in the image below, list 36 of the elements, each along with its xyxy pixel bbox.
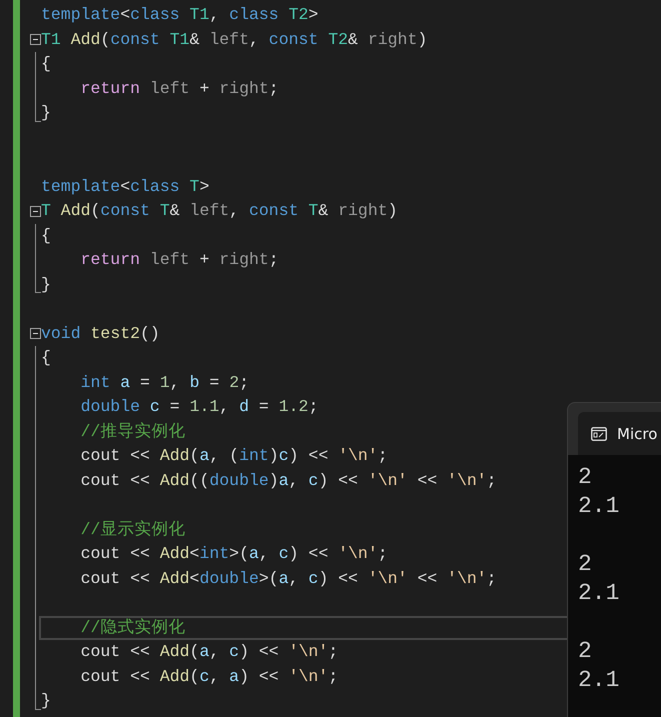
code-line: T Add(const T& left, const T& right) (41, 200, 398, 222)
code-line: cout << Add(c, a) << '\n'; (80, 666, 338, 688)
console-tab[interactable]: Micro (578, 412, 661, 455)
code-comment: //显示实例化 (80, 518, 186, 541)
code-comment: //隐式实例化 (80, 616, 186, 639)
console-output: 2.1 (578, 492, 620, 521)
code-line: } (41, 274, 51, 296)
code-line: return left + right; (80, 249, 279, 272)
code-line: { (41, 347, 51, 370)
code-line: void test2() (41, 322, 160, 345)
code-line: template<class T> (41, 176, 210, 198)
code-line: } (41, 102, 51, 124)
collapse-icon[interactable] (30, 34, 41, 46)
code-line: cout << Add<double>(a, c) << '\n' << '\n'; (80, 568, 497, 590)
console-output: 2 (578, 463, 592, 492)
console-output: 2.1 (578, 579, 620, 608)
code-line: cout << Add<int>(a, c) << '\n'; (80, 543, 388, 566)
console-output: 2 (578, 637, 592, 666)
code-line: return left + right; (80, 78, 279, 100)
collapse-icon[interactable] (30, 206, 41, 217)
code-line: cout << Add((double)a, c) << '\n' << '\n'; (80, 470, 497, 492)
code-line: int a = 1, b = 2; (80, 372, 249, 394)
code-line: T1 Add(const T1& left, const T2& right) (41, 28, 428, 51)
code-line: } (41, 690, 51, 712)
collapse-icon[interactable] (30, 328, 41, 340)
code-line: cout << Add(a, c) << '\n'; (80, 641, 338, 664)
code-line: { (41, 224, 51, 247)
code-line: { (41, 53, 51, 76)
terminal-icon (591, 426, 607, 440)
console-output: 2.1 (578, 666, 620, 695)
code-comment: //推导实例化 (80, 420, 186, 443)
code-line: template<class T1, class T2> (41, 4, 318, 26)
tab-title: Micro (617, 424, 658, 442)
code-line: cout << Add(a, (int)c) << '\n'; (80, 445, 388, 468)
console-output: 2 (578, 550, 592, 579)
code-line: double c = 1.1, d = 1.2; (80, 396, 318, 418)
